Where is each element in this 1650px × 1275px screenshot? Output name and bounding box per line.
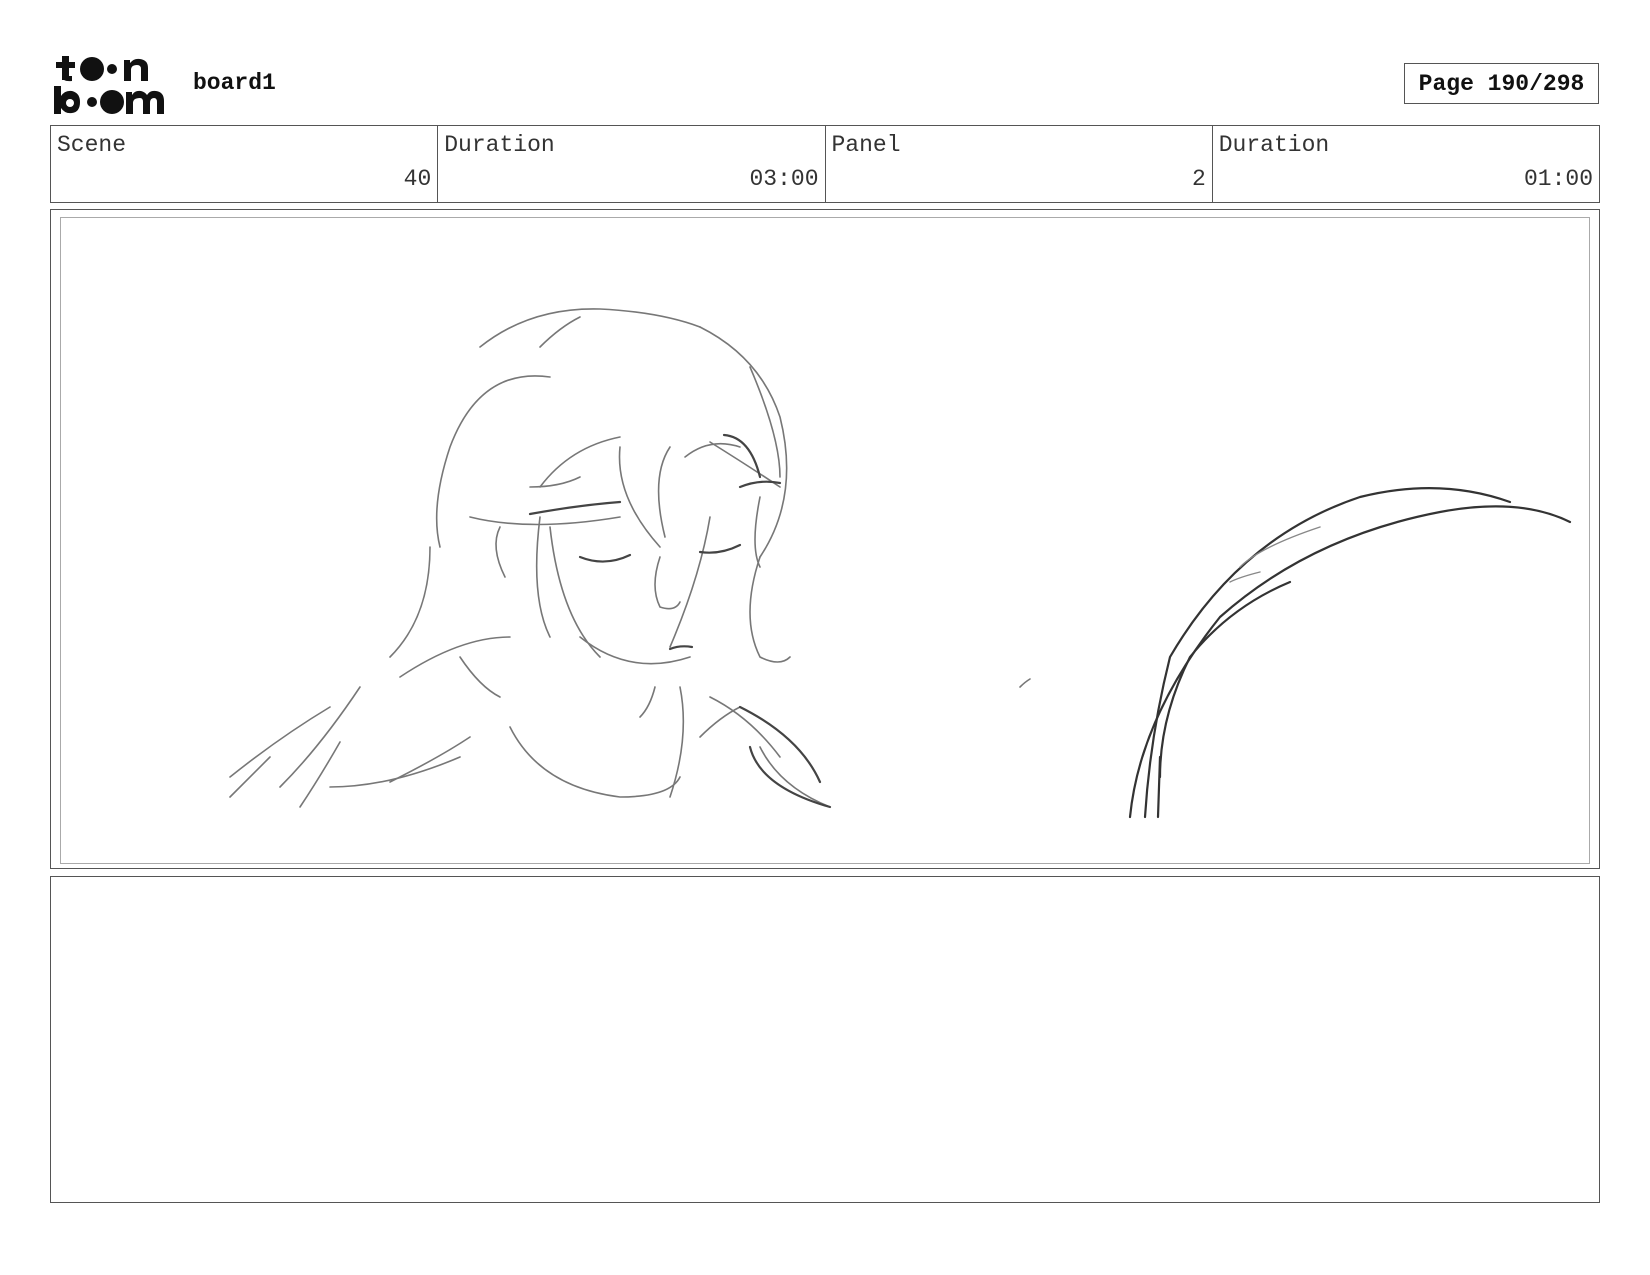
- panel-info-row: Scene 40 Duration 03:00 Panel 2 Duration…: [50, 125, 1600, 203]
- scene-duration-value: 03:00: [749, 166, 819, 192]
- page-indicator: Page 190/298: [1404, 63, 1599, 104]
- scene-label: Scene: [57, 132, 127, 158]
- scene-duration-cell: Duration 03:00: [438, 126, 826, 202]
- panel-duration-value: 01:00: [1523, 166, 1593, 192]
- panel-label: Panel: [831, 132, 901, 158]
- panel-value: 2: [1191, 166, 1206, 192]
- panel-duration-cell: Duration 01:00: [1213, 126, 1599, 202]
- scene-duration-label: Duration: [444, 132, 555, 158]
- panel-duration-label: Duration: [1218, 132, 1330, 158]
- board-title: board1: [193, 70, 276, 96]
- scene-value: 40: [403, 166, 432, 192]
- panel-sketch-image: [229, 308, 1572, 819]
- panel-notes-box: [50, 876, 1600, 1203]
- toon-boom-logo: [54, 56, 164, 114]
- panel-cell: Panel 2: [826, 126, 1213, 202]
- scene-cell: Scene 40: [51, 126, 439, 202]
